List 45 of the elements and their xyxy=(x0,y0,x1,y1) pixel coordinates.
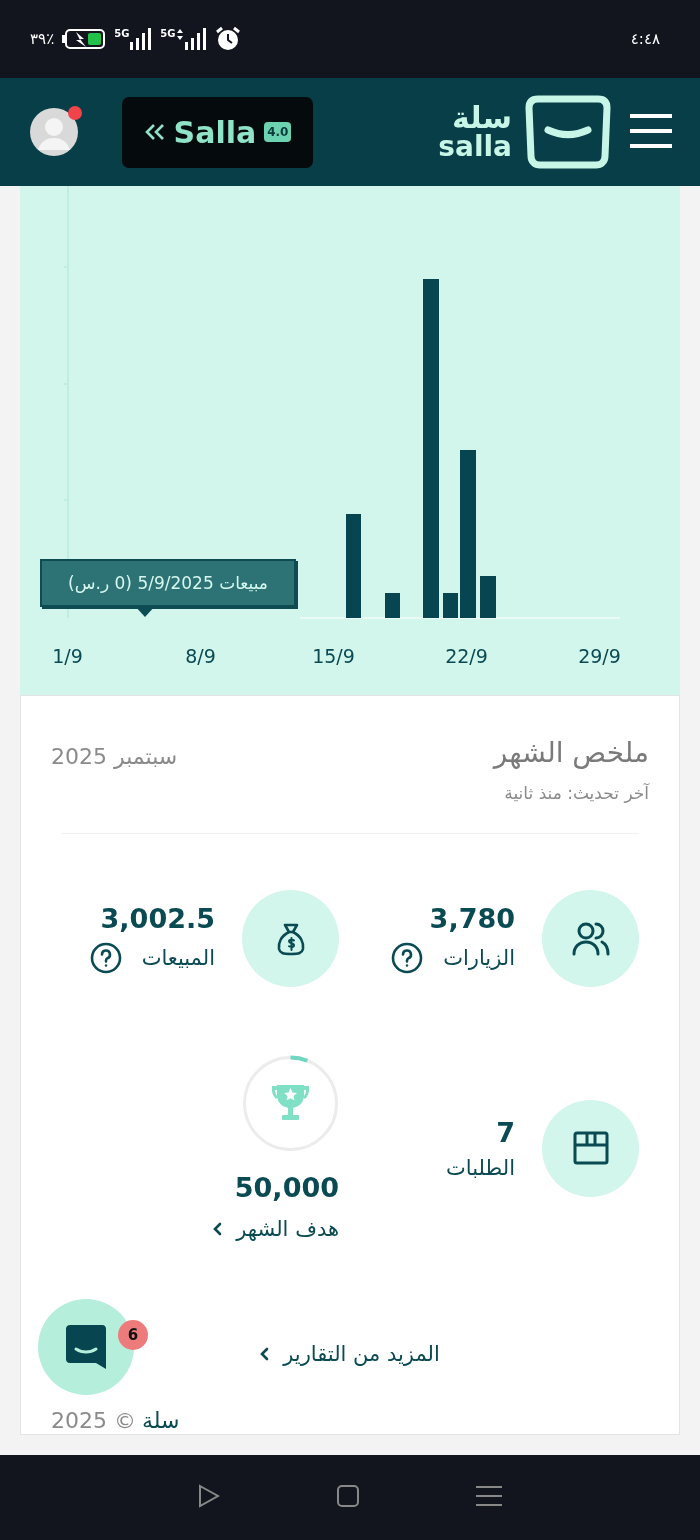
basket-logo-icon xyxy=(524,95,612,169)
version-switch-button[interactable]: Salla 4.0 xyxy=(122,96,313,168)
stat-label: الطلبات xyxy=(446,1155,515,1180)
stat-label: المبيعات xyxy=(141,946,215,970)
axis-label: 22/9 xyxy=(445,645,488,667)
trophy-icon xyxy=(272,1085,309,1120)
stat-value: 7 xyxy=(496,1116,515,1148)
battery-percent: ٣٩٪ xyxy=(30,30,55,48)
help-icon[interactable] xyxy=(391,942,424,974)
more-reports-link[interactable]: المزيد من التقارير xyxy=(260,1342,440,1366)
footer-brand: سلة xyxy=(142,1407,180,1434)
stat-value: 3,002.5 xyxy=(100,903,215,934)
network-label: 5G xyxy=(114,28,130,39)
period-label: سبتمبر 2025 xyxy=(51,744,178,769)
axis-label: 29/9 xyxy=(578,645,621,667)
summary-title: ملخص الشهر xyxy=(493,736,649,769)
stat-label: الزيارات xyxy=(443,946,515,970)
axis-label: 1/9 xyxy=(52,645,83,667)
chat-bubble-icon xyxy=(64,1323,108,1371)
double-chevron-icon xyxy=(143,123,166,141)
bar xyxy=(385,593,400,618)
alarm-icon xyxy=(214,26,241,52)
last-updated-text: آخر تحديث: منذ ثانية xyxy=(503,782,651,803)
axis-label: 8/9 xyxy=(185,645,216,667)
users-icon xyxy=(570,920,611,957)
bar xyxy=(443,593,458,618)
chevron-icon xyxy=(213,1222,223,1236)
chart-tooltip: مبيعات 5/9/2025 (0 ر.س) xyxy=(40,559,296,607)
signal-icon xyxy=(130,28,153,50)
chevron-icon xyxy=(260,1347,270,1361)
copyright-text: © 2025 xyxy=(51,1407,136,1434)
stat-value: 3,780 xyxy=(429,903,515,934)
monthly-goal-link[interactable]: هدف الشهر xyxy=(213,1217,339,1241)
bar xyxy=(480,576,496,618)
battery-icon xyxy=(62,28,107,50)
logo-latin-text: salla xyxy=(438,133,512,161)
goal-value: 50,000 xyxy=(234,1172,339,1203)
signal-icon xyxy=(176,28,207,50)
box-icon xyxy=(572,1131,609,1165)
help-icon[interactable] xyxy=(89,942,122,974)
network-label: 5G xyxy=(160,28,176,39)
logo-arabic-text: سلة xyxy=(452,103,512,133)
axis-label: 15/9 xyxy=(312,645,355,667)
clock-time: ٤:٤٨ xyxy=(630,30,660,48)
money-bag-icon xyxy=(275,921,306,956)
